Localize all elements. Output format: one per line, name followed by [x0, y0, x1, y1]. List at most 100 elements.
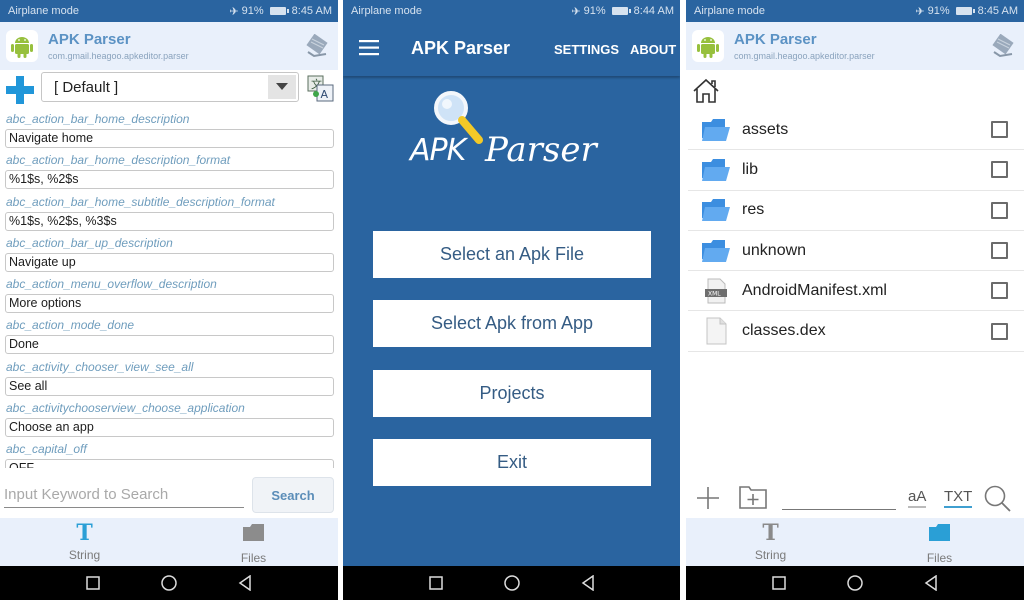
folder-icon	[700, 116, 732, 144]
file-name: unknown	[742, 241, 807, 259]
add-button[interactable]	[4, 74, 36, 106]
app-header: APK Parser com.gmail.heagoo.apkeditor.pa…	[686, 22, 1024, 70]
search-icon[interactable]	[983, 484, 1011, 517]
home-folder-icon[interactable]	[692, 78, 720, 104]
string-entry: abc_activitychooserview_choose_applicati…	[0, 399, 338, 440]
tab-label: Files	[926, 551, 953, 565]
add-file-icon[interactable]	[696, 486, 720, 515]
back-button[interactable]	[922, 574, 940, 592]
folder-icon	[700, 156, 732, 184]
folder-icon	[700, 196, 732, 224]
file-row[interactable]: assets	[688, 110, 1024, 151]
file-row[interactable]: XML AndroidManifest.xml	[688, 271, 1024, 312]
strings-toolbar: [ Default ] 文A	[0, 70, 338, 106]
back-button[interactable]	[579, 574, 597, 592]
string-key: abc_action_bar_up_description	[6, 235, 173, 250]
string-value-field[interactable]: OFF	[5, 459, 334, 468]
string-entry: abc_capital_off OFF	[0, 440, 338, 468]
txt-toggle[interactable]: TXT	[944, 488, 973, 508]
app-title: APK Parser	[48, 31, 131, 48]
string-entry: abc_action_bar_home_description_format %…	[0, 151, 338, 192]
recents-button[interactable]	[427, 574, 445, 592]
string-value-field[interactable]: More options	[5, 294, 334, 314]
settings-action[interactable]: SETTINGS	[554, 42, 619, 57]
bottom-tabs: T String Files	[686, 518, 1024, 566]
file-row[interactable]: lib	[688, 150, 1024, 191]
string-value-field[interactable]: Navigate home	[5, 129, 334, 148]
tab-files[interactable]: Files	[855, 518, 1024, 566]
recents-button[interactable]	[84, 574, 102, 592]
airplane-icon: ✈	[571, 5, 581, 18]
text-t-icon: T	[762, 520, 779, 546]
file-checkbox[interactable]	[991, 201, 1008, 219]
file-icon	[700, 317, 732, 345]
file-checkbox[interactable]	[991, 121, 1008, 139]
file-name: classes.dex	[742, 322, 826, 340]
string-value-field[interactable]: Choose an app	[5, 418, 334, 438]
app-header: APK Parser com.gmail.heagoo.apkeditor.pa…	[0, 22, 338, 70]
file-checkbox[interactable]	[991, 161, 1008, 179]
status-bar: Airplane mode ✈ 91% 8:45 AM	[686, 0, 1024, 22]
system-nav-bar	[0, 566, 338, 600]
status-bar: Airplane mode ✈ 91% 8:45 AM	[0, 0, 338, 22]
language-select[interactable]: [ Default ]	[41, 72, 299, 102]
file-checkbox[interactable]	[991, 322, 1008, 340]
folder-icon	[242, 522, 266, 547]
file-row[interactable]: classes.dex	[688, 311, 1024, 352]
search-input[interactable]	[4, 482, 244, 508]
folder-icon	[700, 237, 732, 265]
clock: 8:45 AM	[291, 5, 332, 17]
string-entry: abc_action_menu_overflow_description Mor…	[0, 275, 338, 316]
path-input[interactable]	[782, 490, 896, 510]
tools-icon[interactable]	[304, 33, 330, 58]
home-button[interactable]	[160, 574, 178, 592]
tab-files[interactable]: Files	[169, 518, 338, 566]
case-sensitive-toggle[interactable]: aA	[908, 488, 927, 508]
home-button[interactable]	[503, 574, 521, 592]
xml-file-icon: XML	[700, 277, 732, 305]
exit-button[interactable]: Exit	[373, 439, 651, 486]
home-button[interactable]	[846, 574, 864, 592]
string-value-field[interactable]: %1$s, %2$s	[5, 170, 334, 190]
app-toolbar: APK Parser SETTINGS ABOUT	[343, 22, 680, 76]
battery-icon	[269, 7, 289, 15]
tab-string[interactable]: T String	[686, 518, 855, 566]
file-row[interactable]: unknown	[688, 231, 1024, 272]
svg-text:A: A	[321, 88, 329, 101]
clock: 8:45 AM	[977, 5, 1018, 17]
select-apk-file-button[interactable]: Select an Apk File	[373, 231, 651, 278]
recents-button[interactable]	[770, 574, 788, 592]
back-button[interactable]	[236, 574, 254, 592]
tab-label: String	[754, 548, 787, 562]
add-folder-icon[interactable]	[738, 484, 768, 515]
status-airplane-text: Airplane mode	[351, 5, 422, 17]
string-key: abc_action_menu_overflow_description	[6, 277, 217, 292]
app-package-name: com.gmail.heagoo.apkeditor.parser	[48, 51, 189, 61]
file-row[interactable]: res	[688, 191, 1024, 231]
chevron-down-icon	[268, 75, 296, 99]
string-key: abc_activitychooserview_choose_applicati…	[6, 401, 245, 416]
string-value-field[interactable]: Done	[5, 335, 334, 355]
select-apk-from-app-button[interactable]: Select Apk from App	[373, 300, 651, 347]
battery-percent: 91%	[583, 5, 606, 17]
files-screen: Airplane mode ✈ 91% 8:45 AM APK Parser c…	[686, 0, 1024, 600]
string-key: abc_capital_off	[6, 442, 87, 457]
string-key: abc_action_bar_home_description	[6, 112, 190, 126]
file-checkbox[interactable]	[991, 242, 1008, 260]
string-value-field[interactable]: See all	[5, 376, 334, 396]
path-bar	[686, 72, 1024, 108]
apk-parser-logo: APK Parser	[403, 88, 623, 178]
projects-button[interactable]: Projects	[373, 370, 651, 417]
tools-icon[interactable]	[990, 33, 1016, 58]
hamburger-menu-icon[interactable]	[359, 40, 379, 56]
string-value-field[interactable]: Navigate up	[5, 252, 334, 272]
translate-icon[interactable]: 文A	[307, 75, 334, 102]
string-list[interactable]: abc_action_bar_home_description Navigate…	[0, 110, 338, 468]
app-package-name: com.gmail.heagoo.apkeditor.parser	[734, 51, 875, 61]
about-action[interactable]: ABOUT	[630, 42, 676, 57]
file-checkbox[interactable]	[991, 282, 1008, 300]
status-bar: Airplane mode ✈ 91% 8:44 AM	[343, 0, 680, 22]
search-button[interactable]: Search	[252, 477, 334, 513]
tab-string[interactable]: T String	[0, 518, 169, 566]
string-value-field[interactable]: %1$s, %2$s, %3$s	[5, 211, 334, 231]
